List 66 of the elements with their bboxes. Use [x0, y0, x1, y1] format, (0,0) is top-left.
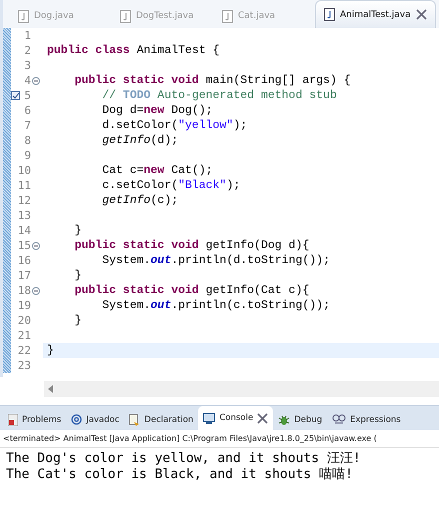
code-line: }: [74, 268, 82, 283]
code-line: Cat c=new Cat();: [101, 163, 213, 178]
line-number: 5: [23, 89, 31, 102]
console-output-line: The Cat's color is Black, and it shouts 喵喵!: [5, 467, 354, 483]
close-icon[interactable]: [416, 9, 427, 20]
line-number: 23: [16, 359, 31, 372]
monitor-icon: [203, 412, 216, 424]
line-number: 3: [23, 59, 31, 72]
code-line: public static void getInfo(Dog d){: [74, 238, 310, 253]
java-file-icon: [120, 10, 131, 22]
horizontal-scrollbar[interactable]: [44, 381, 439, 397]
line-number: 13: [16, 209, 31, 222]
view-tab[interactable]: Expressions: [327, 409, 406, 430]
line-number: 15: [16, 239, 31, 252]
code-line: public static void main(String[] args) {: [74, 73, 351, 88]
glasses-icon: [332, 414, 346, 425]
line-number: 7: [23, 119, 31, 132]
code-line: // TODO Auto-generated method stub: [101, 88, 337, 103]
view-tab[interactable]: Console: [198, 406, 274, 430]
line-number: 21: [16, 329, 31, 342]
view-tab[interactable]: Debug: [273, 409, 328, 430]
console-output-line: The Dog's color is yellow, and it shouts 汪汪!: [5, 451, 362, 467]
line-number: 6: [23, 104, 31, 117]
collapse-icon[interactable]: [32, 286, 40, 294]
line-number: 16: [16, 254, 31, 267]
code-line: public static void getInfo(Cat c){: [74, 283, 310, 298]
code-line: d.setColor("yellow");: [101, 118, 248, 133]
line-number: 20: [16, 314, 31, 327]
java-file-icon: [324, 8, 335, 21]
code-line: }: [47, 343, 54, 358]
collapse-icon[interactable]: [32, 242, 40, 250]
view-tab[interactable]: Javadoc: [66, 409, 124, 430]
line-number: 9: [23, 149, 31, 162]
line-number: 1: [23, 29, 31, 42]
line-number: 8: [23, 134, 31, 147]
editor-tab[interactable]: AnimalTest.java: [315, 0, 436, 28]
problems-icon: [8, 414, 18, 426]
code-line: getInfo(d);: [101, 133, 178, 148]
console-status: <terminated> AnimalTest [Java Application] C:\Program Files\Java\jre1.8.0_25\bin\javaw.exe (: [0, 430, 439, 448]
java-file-icon: [18, 10, 29, 22]
line-number: 2: [23, 44, 31, 57]
line-number: 10: [16, 164, 31, 177]
line-number: 19: [16, 299, 31, 312]
view-tab[interactable]: Problems: [3, 409, 66, 430]
line-number: 12: [16, 194, 31, 207]
bug-icon: [278, 414, 290, 426]
code-line: }: [74, 313, 82, 328]
line-number: 4: [23, 74, 31, 87]
code-line: System.out.println(c.toString());: [101, 298, 330, 313]
close-icon[interactable]: [257, 412, 268, 424]
line-number: 11: [16, 179, 31, 192]
scroll-left-icon[interactable]: [48, 385, 54, 393]
collapse-icon[interactable]: [32, 76, 40, 84]
line-number: 18: [16, 284, 31, 297]
line-number: 17: [16, 269, 31, 282]
code-line: System.out.println(d.toString());: [101, 253, 330, 268]
code-line: getInfo(c);: [101, 193, 178, 208]
line-number: 22: [16, 344, 31, 357]
code-line: public class AnimalTest {: [47, 43, 220, 58]
declaration-icon: [129, 414, 140, 426]
code-line: Dog d=new Dog();: [101, 103, 213, 118]
code-line: }: [74, 223, 82, 238]
line-number: 14: [16, 224, 31, 237]
view-tab[interactable]: Declaration: [124, 409, 198, 430]
java-file-icon: [222, 10, 233, 22]
code-line: c.setColor("Black");: [101, 178, 240, 193]
